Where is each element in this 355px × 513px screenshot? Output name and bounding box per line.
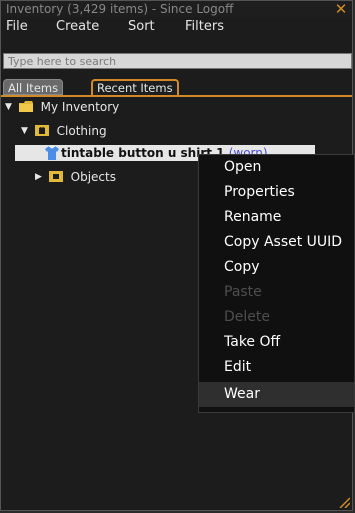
tab-bar: All Items Recent Items [1, 79, 352, 95]
menu-bar: File Create Sort Filters [1, 17, 352, 37]
window-title: Inventory (3,429 items) - Since Logoff [6, 2, 234, 16]
expanded-arrow-icon[interactable]: ▼ [21, 121, 31, 141]
folder-icon [18, 101, 33, 112]
menu-create[interactable]: Create [56, 17, 99, 37]
menu-item-copy-asset-uuid[interactable]: Copy Asset UUID [199, 230, 354, 255]
shirt-icon [45, 146, 59, 160]
menu-item-take-off[interactable]: Take Off [199, 330, 354, 355]
tree-row-clothing[interactable]: ▼ Clothing [21, 121, 107, 141]
tree-label-objects: Objects [70, 170, 116, 184]
clothing-folder-icon [34, 125, 49, 136]
tree-label-clothing: Clothing [56, 124, 107, 138]
expanded-arrow-icon[interactable]: ▼ [5, 97, 15, 117]
tab-recent-items[interactable]: Recent Items [91, 79, 179, 95]
menu-item-copy[interactable]: Copy [199, 255, 354, 280]
collapsed-arrow-icon[interactable]: ▶ [35, 167, 45, 187]
context-menu: Open Properties Rename Copy Asset UUID C… [198, 154, 355, 413]
objects-folder-icon [48, 171, 63, 182]
tab-all-items[interactable]: All Items [3, 79, 64, 95]
menu-filters[interactable]: Filters [185, 17, 224, 37]
tree-row-objects[interactable]: ▶ Objects [35, 167, 116, 187]
menu-item-open[interactable]: Open [199, 155, 354, 180]
tree-row-my-inventory[interactable]: ▼ My Inventory [5, 97, 119, 117]
menu-item-edit[interactable]: Edit [199, 355, 354, 380]
menu-file[interactable]: File [6, 17, 28, 37]
menu-item-wear[interactable]: Wear [199, 382, 354, 407]
menu-item-rename[interactable]: Rename [199, 205, 354, 230]
menu-item-properties[interactable]: Properties [199, 180, 354, 205]
menu-item-paste: Paste [224, 284, 262, 300]
close-icon[interactable]: ✕ [334, 1, 348, 17]
menu-sort[interactable]: Sort [128, 17, 155, 37]
menu-item-delete: Delete [224, 309, 270, 325]
resize-handle-icon[interactable] [338, 496, 350, 508]
window-titlebar[interactable]: Inventory (3,429 items) - Since Logoff ✕ [1, 1, 352, 17]
search-input[interactable] [3, 53, 352, 69]
tree-label-my-inventory: My Inventory [40, 100, 120, 114]
